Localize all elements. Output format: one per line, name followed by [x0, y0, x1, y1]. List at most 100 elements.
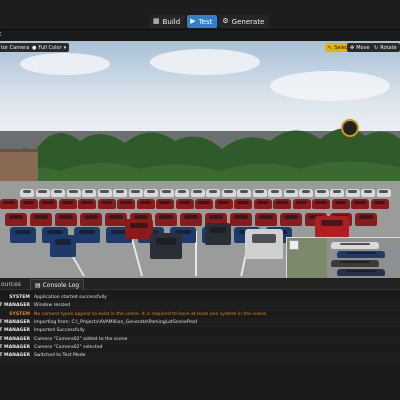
car — [125, 219, 153, 239]
log-source: RT MANAGER — [0, 353, 30, 359]
log-row: RT MANAGER Window resized — [0, 302, 400, 311]
car — [355, 213, 377, 226]
car — [144, 189, 158, 197]
car — [230, 213, 252, 226]
chevron-down-icon: ▾ — [63, 44, 67, 51]
rotate-tool-label: Rotate — [380, 44, 397, 51]
car — [237, 189, 251, 197]
log-row-warning: SYSTEM No camera types appear to exist in… — [0, 311, 400, 319]
car — [252, 189, 267, 197]
car — [337, 251, 385, 258]
tab-console-log-label: Console Log — [42, 281, 80, 289]
test-mode-button[interactable]: ▶ Test — [187, 15, 218, 28]
log-row: RT MANAGER Camera "Camera02" selected — [0, 344, 400, 352]
log-row: SYSTEM Application started successfully — [0, 294, 400, 302]
rotate-tool-button[interactable]: ↻ Rotate — [371, 43, 400, 52]
car — [273, 199, 291, 209]
sun-gizmo-icon[interactable] — [341, 119, 359, 137]
car — [351, 199, 369, 209]
log-source: RT MANAGER — [0, 328, 30, 334]
log-message: Camera "Camera02" added to the scene — [34, 336, 128, 342]
car — [117, 199, 135, 209]
cloud — [270, 71, 390, 101]
log-source: RT MANAGER — [0, 336, 30, 342]
car — [155, 213, 177, 226]
generate-mode-label: Generate — [231, 17, 265, 26]
car — [80, 213, 102, 226]
log-message: No camera types appear to exist in the s… — [34, 311, 268, 317]
car — [206, 189, 220, 197]
scene-subbar: t — [0, 30, 400, 41]
log-source: SYSTEM — [9, 295, 30, 300]
color-mode-label: Full Color — [38, 44, 62, 51]
log-message: Switched to Test Mode — [34, 353, 86, 359]
car — [10, 227, 36, 243]
tab-resources[interactable]: ources — [0, 279, 25, 289]
top-toolbar: ▦ Build ▶ Test ⚙ Generate — [0, 0, 400, 30]
car — [50, 235, 76, 257]
move-tool-button[interactable]: ✥ Move — [347, 43, 373, 52]
console-log: SYSTEM Application started successfully R… — [0, 294, 400, 361]
car — [113, 189, 127, 197]
car — [299, 189, 313, 197]
viewport-controls: tor Camera ▾ ● Full Color ▾ ↖ Select ✥ M… — [0, 41, 400, 53]
palette-icon: ● — [32, 44, 37, 51]
car — [30, 213, 52, 226]
bottom-panel: ources ▤ Console Log SYSTEM Application s… — [0, 278, 400, 400]
bottom-tabs: ources ▤ Console Log — [0, 278, 400, 290]
car — [245, 229, 283, 259]
color-mode-select[interactable]: ● Full Color ▾ — [29, 43, 70, 52]
grid-icon: ▦ — [153, 17, 160, 25]
tree-line — [0, 128, 400, 191]
build-mode-button[interactable]: ▦ Build — [150, 15, 186, 28]
generate-mode-button[interactable]: ⚙ Generate — [219, 15, 270, 28]
camera-preview[interactable] — [286, 237, 400, 278]
car — [105, 213, 127, 226]
car — [283, 189, 298, 197]
car — [159, 189, 174, 197]
scene-viewport[interactable]: tor Camera ▾ ● Full Color ▾ ↖ Select ✥ M… — [0, 41, 400, 278]
car — [0, 199, 18, 209]
play-icon: ▶ — [190, 17, 196, 25]
move-icon: ✥ — [350, 44, 355, 51]
car — [315, 216, 349, 238]
tab-console-log[interactable]: ▤ Console Log — [30, 279, 85, 290]
car — [312, 199, 330, 209]
car — [20, 189, 34, 197]
car — [330, 189, 344, 197]
tab-resources-label: ources — [1, 280, 21, 288]
car — [190, 189, 205, 197]
car — [337, 269, 385, 276]
car — [128, 189, 143, 197]
car — [156, 199, 174, 209]
log-message: Imported Successfully — [34, 328, 85, 334]
car — [180, 213, 202, 226]
car — [175, 199, 194, 209]
gear-icon: ⚙ — [222, 17, 229, 25]
car — [234, 199, 252, 209]
car — [370, 199, 389, 209]
car — [268, 189, 282, 197]
rotate-icon: ↻ — [374, 44, 379, 51]
log-message: Importing from: C:\_Projects\AVAMillion_… — [34, 320, 198, 326]
log-source: RT MANAGER — [0, 320, 30, 326]
car — [205, 223, 231, 245]
car — [214, 199, 233, 209]
preview-corner-icon[interactable] — [289, 240, 299, 250]
car — [331, 199, 350, 209]
log-message: Camera "Camera02" selected — [34, 345, 103, 351]
log-row: RT MANAGER Switched to Test Mode — [0, 352, 400, 361]
car — [361, 189, 375, 197]
car — [253, 199, 272, 209]
log-row: RT MANAGER Importing from: C:\_Projects\A… — [0, 319, 400, 328]
move-tool-label: Move — [356, 44, 370, 51]
car — [51, 189, 65, 197]
camera-select-label: tor Camera — [1, 44, 30, 51]
car — [376, 189, 391, 197]
build-mode-label: Build — [162, 17, 181, 26]
car — [331, 242, 379, 249]
car — [66, 189, 81, 197]
car — [39, 199, 57, 209]
car — [195, 199, 213, 209]
mode-switcher: ▦ Build ▶ Test ⚙ Generate — [150, 15, 270, 28]
